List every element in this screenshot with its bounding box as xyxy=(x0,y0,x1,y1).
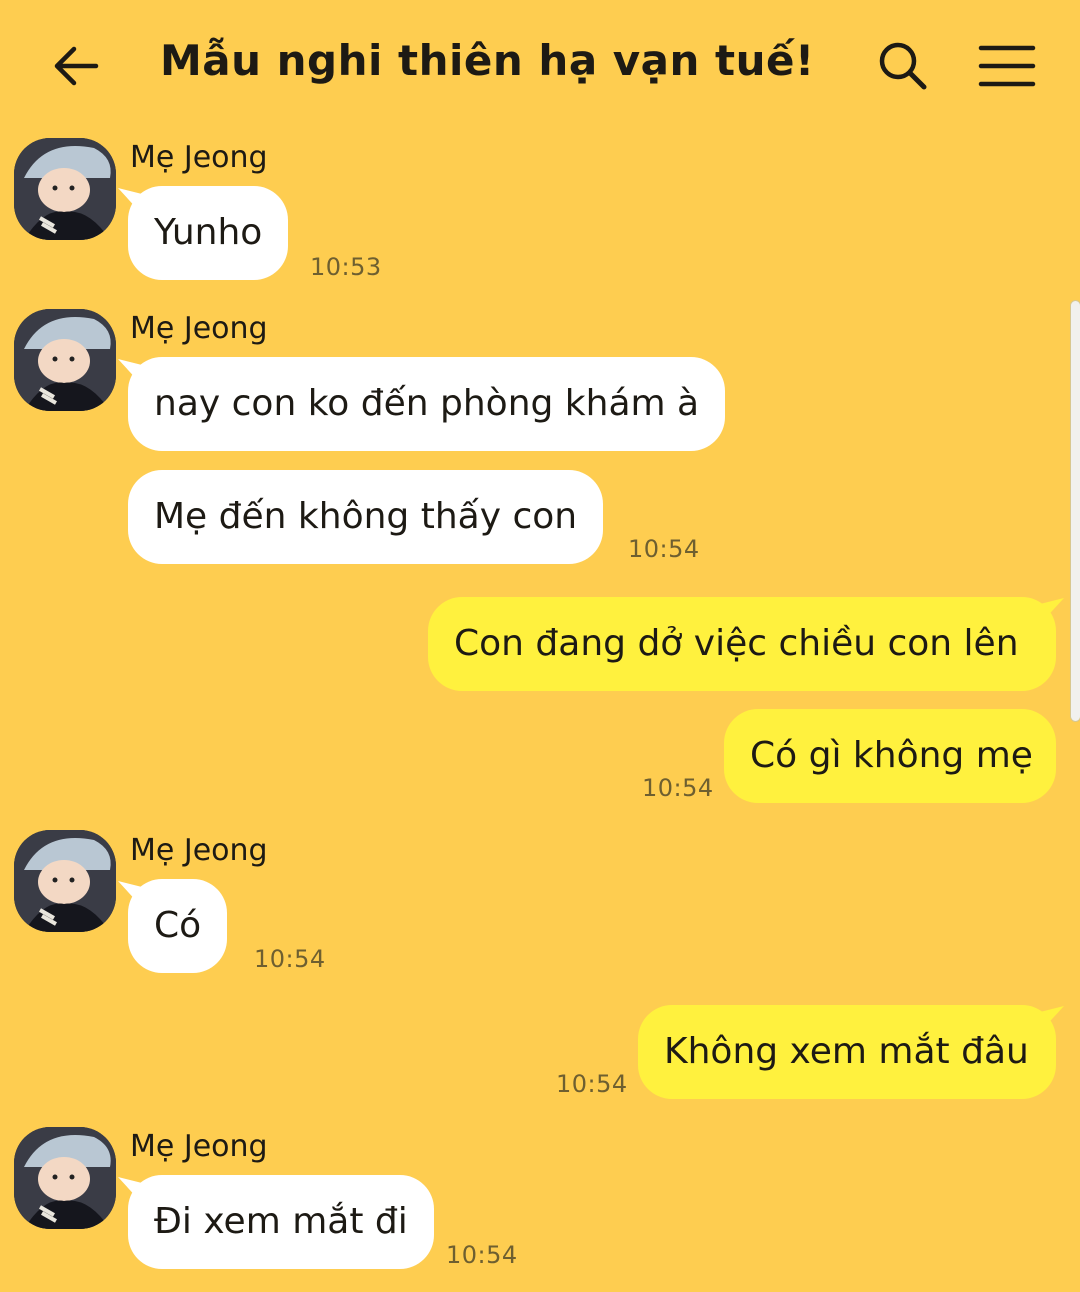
sender-name: Mẹ Jeong xyxy=(130,311,268,346)
message-bubble-incoming[interactable]: Đi xem mắt đi xyxy=(128,1175,434,1269)
baby-photo xyxy=(14,1127,116,1229)
message-timestamp: 10:54 xyxy=(254,945,326,973)
message-timestamp: 10:54 xyxy=(628,535,700,563)
bubble-tail xyxy=(1040,598,1064,622)
baby-photo xyxy=(14,138,116,240)
sender-name: Mẹ Jeong xyxy=(130,833,268,868)
message-timestamp: 10:54 xyxy=(642,774,714,802)
message-timestamp: 10:54 xyxy=(446,1241,518,1269)
bubble-tail xyxy=(1040,1006,1064,1030)
search-icon xyxy=(879,42,927,90)
baby-photo xyxy=(14,309,116,411)
avatar[interactable] xyxy=(14,138,116,240)
hamburger-menu-icon xyxy=(978,45,1036,87)
message-bubble-incoming[interactable]: nay con ko đến phòng khám à xyxy=(128,357,726,451)
back-button[interactable] xyxy=(48,38,104,94)
message-bubble-outgoing[interactable]: Có gì không mẹ xyxy=(724,709,1056,803)
message-bubble-outgoing[interactable]: Không xem mắt đâu xyxy=(638,1005,1056,1099)
chat-title: Mẫu nghi thiên hạ vạn tuế! xyxy=(160,36,815,85)
sender-name: Mẹ Jeong xyxy=(130,1129,268,1164)
message-bubble-incoming[interactable]: Yunho xyxy=(128,186,289,280)
menu-button[interactable] xyxy=(978,40,1036,92)
sender-name: Mẹ Jeong xyxy=(130,140,268,175)
avatar[interactable] xyxy=(14,309,116,411)
message-bubble-outgoing[interactable]: Con đang dở việc chiều con lên xyxy=(428,597,1056,691)
avatar[interactable] xyxy=(14,830,116,932)
baby-photo xyxy=(14,830,116,932)
message-bubble-incoming[interactable]: Có xyxy=(128,879,228,973)
scrollbar-thumb[interactable] xyxy=(1070,300,1080,722)
search-button[interactable] xyxy=(874,38,930,94)
message-bubble-incoming[interactable]: Mẹ đến không thấy con xyxy=(128,470,604,564)
arrow-left-icon xyxy=(54,46,99,86)
message-timestamp: 10:54 xyxy=(556,1070,628,1098)
chat-header: Mẫu nghi thiên hạ vạn tuế! xyxy=(0,0,1080,130)
avatar[interactable] xyxy=(14,1127,116,1229)
scrollbar[interactable] xyxy=(1068,150,1080,722)
message-timestamp: 10:53 xyxy=(310,253,382,281)
